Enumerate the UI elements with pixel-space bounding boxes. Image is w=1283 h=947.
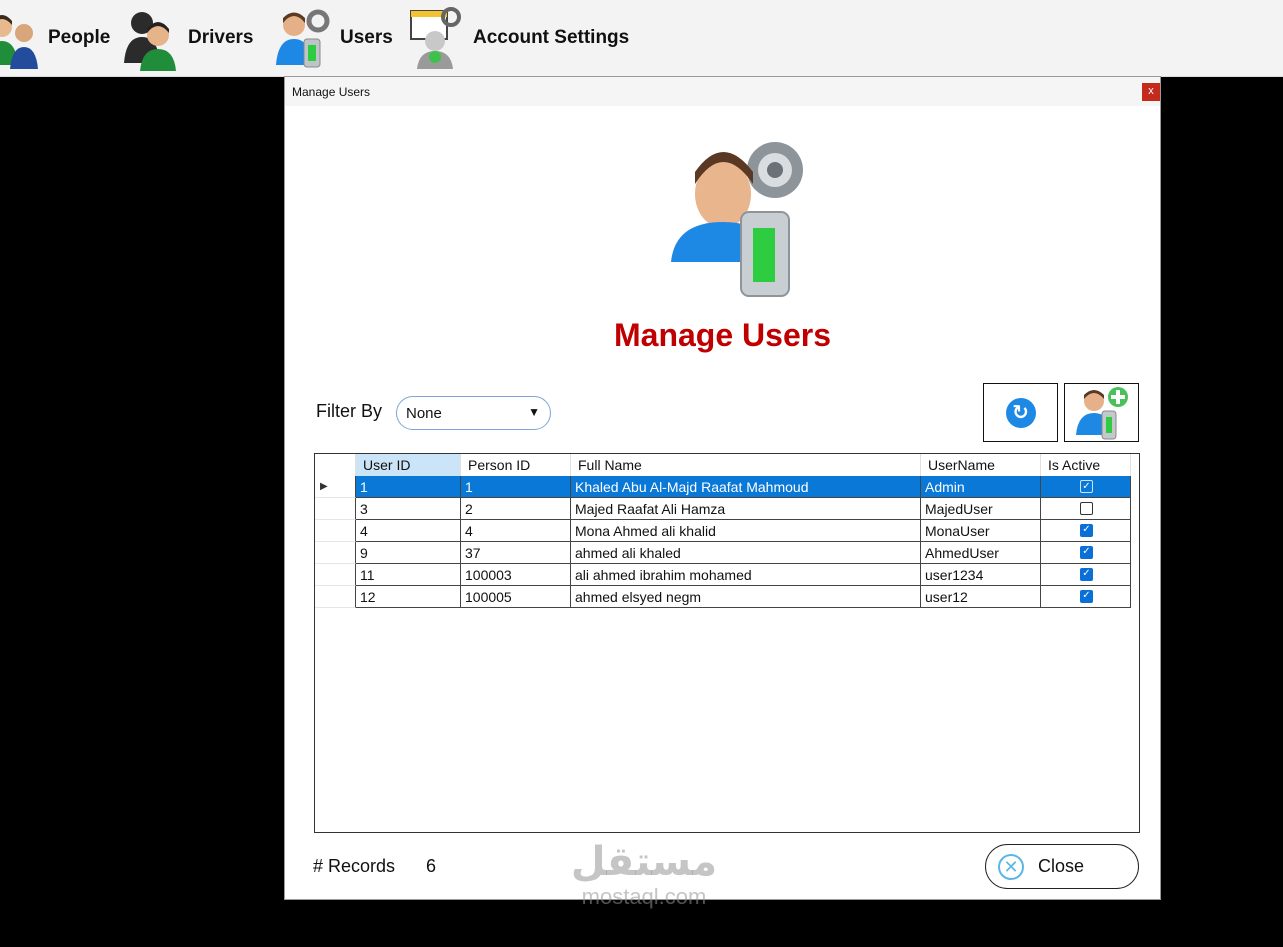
cell-user-id[interactable]: 3 [356,498,461,520]
menu-item-drivers[interactable]: Drivers [120,0,254,76]
cell-is-active[interactable]: ✓ [1041,542,1131,564]
table-row[interactable]: 12 100005 ahmed elsyed negm user12 ✓ [315,586,1131,608]
watermark-arabic: مستقل [570,840,718,884]
is-active-checkbox[interactable]: ✓ [1080,524,1093,537]
menu-label-users: Users [340,27,393,48]
is-active-checkbox[interactable] [1080,502,1093,515]
cell-person-id[interactable]: 4 [461,520,571,542]
cell-user-id[interactable]: 12 [356,586,461,608]
chevron-down-icon: ▼ [528,405,540,419]
cell-user-id[interactable]: 11 [356,564,461,586]
drivers-icon [124,12,176,71]
refresh-button[interactable]: ↻ [983,383,1058,442]
records-label: # Records [313,856,396,876]
cell-is-active[interactable]: ✓ [1041,586,1131,608]
cell-username[interactable]: AhmedUser [921,542,1041,564]
row-header[interactable] [315,586,356,608]
table-row[interactable]: 3 2 Majed Raafat Ali Hamza MajedUser [315,498,1131,520]
cell-is-active[interactable]: ✓ [1041,476,1131,498]
table-row[interactable]: 11 100003 ali ahmed ibrahim mohamed user123… [315,564,1131,586]
users-icon [276,9,330,68]
current-row-icon: ▶ [320,481,328,492]
account-settings-icon [410,7,461,69]
row-header[interactable] [315,542,356,564]
menu-item-users[interactable]: Users [272,0,393,76]
dialog-title: Manage Users [292,85,371,99]
table-row[interactable]: 4 4 Mona Ahmed ali khalid MonaUser ✓ [315,520,1131,542]
close-button-label: Close [1038,856,1085,876]
cell-is-active[interactable]: ✓ [1041,564,1131,586]
menu-label-drivers: Drivers [188,27,254,48]
cell-full-name[interactable]: Majed Raafat Ali Hamza [571,498,921,520]
is-active-checkbox[interactable]: ✓ [1080,480,1093,493]
watermark-latin: mostaql.com [581,884,707,909]
records-count: 6 [426,856,437,876]
menu-label-account-settings: Account Settings [473,27,630,48]
is-active-checkbox[interactable]: ✓ [1080,568,1093,581]
manage-users-dialog: Manage Users x Manage Users Filter By No… [284,76,1161,900]
filter-label: Filter By [316,401,383,421]
row-header[interactable]: ▶ [315,476,356,498]
row-header[interactable] [315,564,356,586]
filter-selected-value: None [406,404,442,422]
cell-is-active[interactable]: ✓ [1041,520,1131,542]
add-user-button[interactable] [1064,383,1139,442]
cell-username[interactable]: user1234 [921,564,1041,586]
cell-username[interactable]: MonaUser [921,520,1041,542]
cell-person-id[interactable]: 1 [461,476,571,498]
gear-icon [747,142,803,198]
window-close-button[interactable]: x [1142,83,1160,101]
close-circle-icon: ✕ [998,853,1024,880]
grid-header: User ID Person ID Full Name UserName Is … [315,454,1139,476]
is-active-checkbox[interactable]: ✓ [1080,546,1093,559]
people-icon [0,15,38,69]
cell-full-name[interactable]: ahmed elsyed negm [571,586,921,608]
refresh-icon: ↻ [1005,397,1036,428]
cell-full-name[interactable]: Mona Ahmed ali khalid [571,520,921,542]
close-button[interactable]: ✕ Close [985,844,1139,889]
cell-is-active[interactable] [1041,498,1131,520]
cell-person-id[interactable]: 100003 [461,564,571,586]
column-header-user-id[interactable]: User ID [356,454,461,476]
users-grid[interactable]: User ID Person ID Full Name UserName Is … [314,453,1140,833]
row-header-corner [315,454,356,476]
cell-user-id[interactable]: 9 [356,542,461,564]
cell-person-id[interactable]: 37 [461,542,571,564]
cell-user-id[interactable]: 1 [356,476,461,498]
cell-person-id[interactable]: 100005 [461,586,571,608]
cell-person-id[interactable]: 2 [461,498,571,520]
column-header-person-id[interactable]: Person ID [461,454,571,476]
manage-users-icon [671,142,803,297]
cell-username[interactable]: Admin [921,476,1041,498]
cell-full-name[interactable]: ahmed ali khaled [571,542,921,564]
table-row[interactable]: ▶ 1 1 Khaled Abu Al-Majd Raafat Mahmoud Admi… [315,476,1131,498]
table-row[interactable]: 9 37 ahmed ali khaled AhmedUser ✓ [315,542,1131,564]
main-menu-bar: People Drivers Users Account Settings [0,0,1283,77]
cell-full-name[interactable]: ali ahmed ibrahim mohamed [571,564,921,586]
cell-username[interactable]: MajedUser [921,498,1041,520]
watermark: مستقل mostaql.com [564,840,724,910]
column-header-full-name[interactable]: Full Name [571,454,921,476]
filter-by-dropdown[interactable]: None ▼ [396,396,551,430]
menu-label-people: People [48,27,111,48]
add-user-icon [1075,386,1128,439]
column-header-is-active[interactable]: Is Active [1041,454,1131,476]
cell-user-id[interactable]: 4 [356,520,461,542]
cell-username[interactable]: user12 [921,586,1041,608]
menu-item-account-settings[interactable]: Account Settings [405,0,629,76]
row-header[interactable] [315,520,356,542]
dialog-titlebar: Manage Users x [285,77,1160,106]
menu-item-people[interactable]: People [0,0,110,76]
row-header[interactable] [315,498,356,520]
page-heading: Manage Users [614,317,831,353]
is-active-checkbox[interactable]: ✓ [1080,590,1093,603]
cell-full-name[interactable]: Khaled Abu Al-Majd Raafat Mahmoud [571,476,921,498]
column-header-username[interactable]: UserName [921,454,1041,476]
